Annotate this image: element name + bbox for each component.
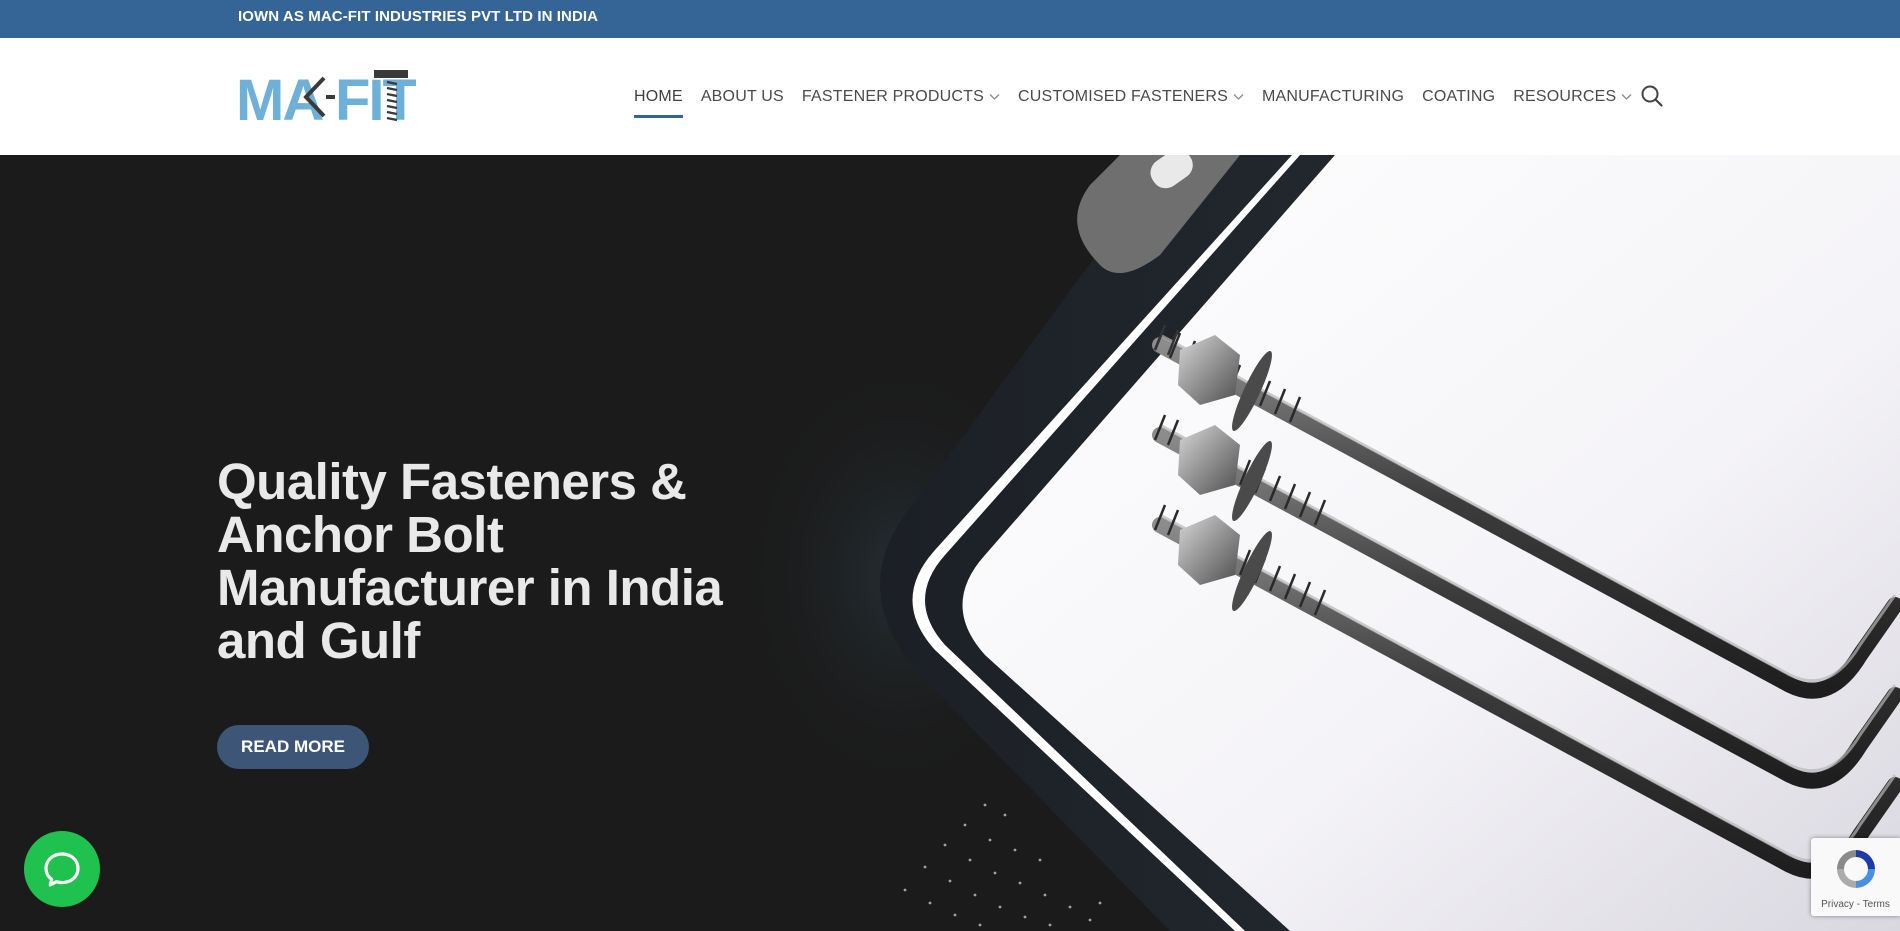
nav-item-resources[interactable]: RESOURCES: [1513, 38, 1632, 155]
chevron-down-icon: [989, 93, 1000, 100]
recaptcha-badge[interactable]: Privacy - Terms: [1811, 838, 1900, 916]
site-header: MA FIT HOME ABOUT US FASTENER PRODUCTS C…: [0, 38, 1900, 155]
nav-item-label: RESOURCES: [1513, 87, 1617, 105]
search-button[interactable]: [1640, 84, 1664, 108]
nav-item-label: HOME: [634, 87, 683, 105]
main-navigation: HOME ABOUT US FASTENER PRODUCTS CUSTOMIS…: [634, 38, 1650, 155]
nav-item-label: FASTENER PRODUCTS: [801, 87, 985, 105]
nav-item-customised-fasteners[interactable]: CUSTOMISED FASTENERS: [1018, 38, 1244, 155]
read-more-button[interactable]: READ MORE: [217, 725, 369, 769]
recaptcha-links: Privacy - Terms: [1811, 899, 1900, 910]
nav-item-label: MANUFACTURING: [1261, 87, 1405, 105]
recaptcha-separator: -: [1853, 899, 1863, 910]
chevron-down-icon: [1233, 93, 1244, 100]
nav-item-fastener-products[interactable]: FASTENER PRODUCTS: [802, 38, 1000, 155]
nav-item-about-us[interactable]: ABOUT US: [701, 38, 784, 155]
recaptcha-icon: [1837, 850, 1875, 888]
chevron-down-icon: [1621, 93, 1632, 100]
announcement-bar: IOWN AS MAC-FIT INDUSTRIES PVT LTD IN IN…: [0, 0, 1900, 38]
site-logo[interactable]: MA FIT: [236, 66, 420, 133]
nav-item-label: CUSTOMISED FASTENERS: [1018, 87, 1228, 105]
nav-item-manufacturing[interactable]: MANUFACTURING: [1262, 38, 1404, 155]
recaptcha-privacy-link[interactable]: Privacy: [1821, 899, 1854, 910]
search-icon: [1641, 85, 1663, 107]
recaptcha-terms-link[interactable]: Terms: [1863, 899, 1890, 910]
nav-item-coating[interactable]: COATING: [1422, 38, 1495, 155]
chat-bubble-icon: [44, 852, 80, 887]
chat-button[interactable]: [24, 831, 100, 907]
hero-banner: Quality Fasteners & Anchor Bolt Manufact…: [0, 155, 1900, 931]
nav-item-home[interactable]: HOME: [634, 38, 683, 155]
announcement-marquee-text: IOWN AS MAC-FIT INDUSTRIES PVT LTD IN IN…: [238, 8, 599, 25]
hero-title: Quality Fasteners & Anchor Bolt Manufact…: [217, 453, 723, 669]
nav-item-label: COATING: [1422, 87, 1496, 105]
logo-text-left: MA: [236, 68, 323, 124]
nav-item-label: ABOUT US: [700, 87, 784, 105]
